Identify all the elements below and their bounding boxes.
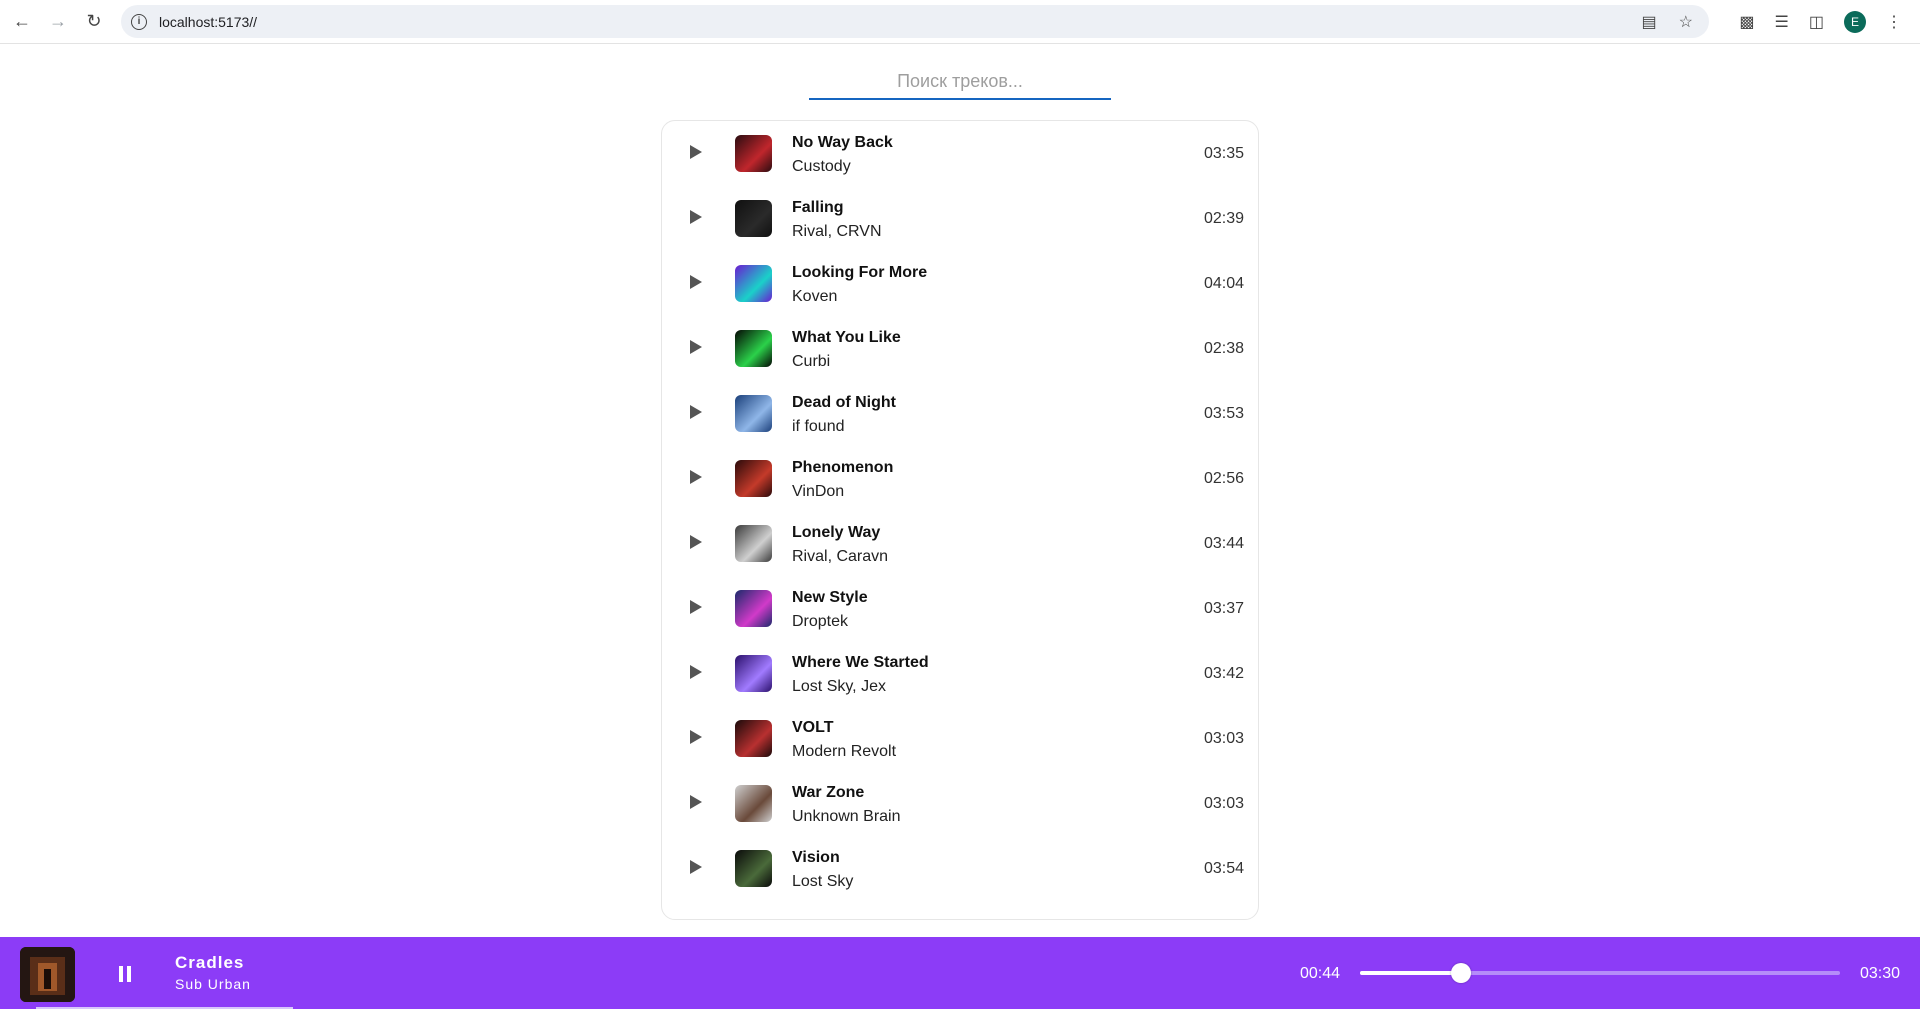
track-artist: Rival, Caravn	[792, 548, 889, 565]
track-cover	[735, 330, 772, 367]
track-cover	[735, 135, 772, 172]
media-controls-icon[interactable]: ☰	[1775, 12, 1789, 32]
reload-icon[interactable]: ↻	[76, 4, 112, 40]
play-icon[interactable]	[690, 535, 702, 549]
track-duration: 03:44	[1203, 535, 1244, 552]
track-artist: Modern Revolt	[792, 743, 897, 760]
now-playing-artist: Sub Urban	[175, 976, 251, 992]
track-artist: if found	[792, 418, 845, 435]
play-icon[interactable]	[690, 730, 702, 744]
track-duration: 03:03	[1203, 795, 1244, 812]
track-artist: Custody	[792, 158, 851, 175]
seek-slider[interactable]	[1360, 963, 1840, 983]
extensions-icon[interactable]: ▩	[1739, 12, 1754, 32]
track-artist: Rival, CRVN	[792, 223, 882, 240]
track-title: Looking For More	[792, 264, 928, 281]
track-duration: 03:37	[1203, 600, 1244, 617]
track-duration: 02:39	[1203, 210, 1244, 227]
track-title: Dead of Night	[792, 394, 896, 411]
play-icon[interactable]	[690, 275, 702, 289]
seek-slider-thumb[interactable]	[1450, 963, 1471, 983]
track-row[interactable]: Dead of Night if found 03:53	[662, 381, 1258, 446]
play-icon[interactable]	[690, 145, 702, 159]
track-row[interactable]: No Way Back Custody 03:35	[662, 121, 1258, 186]
track-cover	[735, 200, 772, 237]
now-playing-cover	[20, 947, 75, 1002]
back-arrow-icon[interactable]: ←	[4, 4, 40, 40]
total-time: 03:30	[1859, 965, 1900, 982]
track-cover	[735, 785, 772, 822]
address-bar[interactable]: i localhost:5173// ▤ ☆	[121, 5, 1709, 38]
track-title: Falling	[792, 199, 844, 216]
track-cover	[735, 590, 772, 627]
track-title: Phenomenon	[792, 459, 894, 476]
track-artist: Unknown Brain	[792, 808, 901, 825]
track-duration: 02:38	[1203, 340, 1244, 357]
bookmark-star-icon[interactable]: ☆	[1679, 12, 1693, 32]
play-icon[interactable]	[690, 665, 702, 679]
current-time: 00:44	[1300, 965, 1341, 982]
track-title: Vision	[792, 849, 840, 866]
track-duration: 03:42	[1203, 665, 1244, 682]
track-list: No Way Back Custody 03:35 Falling Rival, CRV…	[661, 120, 1259, 920]
play-icon[interactable]	[690, 795, 702, 809]
pause-button[interactable]	[118, 966, 132, 982]
track-duration: 03:53	[1203, 405, 1244, 422]
player-bar: Cradles Sub Urban 00:44 03:30	[0, 937, 1920, 1009]
profile-avatar[interactable]: E	[1844, 11, 1866, 33]
track-cover	[735, 460, 772, 497]
track-cover	[735, 720, 772, 757]
track-row[interactable]: Lonely Way Rival, Caravn 03:44	[662, 511, 1258, 576]
track-row[interactable]: Where We Started Lost Sky, Jex 03:42	[662, 641, 1258, 706]
track-artist: Curbi	[792, 353, 831, 370]
track-title: Lonely Way	[792, 524, 881, 541]
track-duration: 03:03	[1203, 730, 1244, 747]
track-row[interactable]: New Style Droptek 03:37	[662, 576, 1258, 641]
track-cover	[735, 850, 772, 887]
track-artist: Lost Sky	[792, 873, 854, 890]
play-icon[interactable]	[690, 470, 702, 484]
track-row[interactable]: Looking For More Koven 04:04	[662, 251, 1258, 316]
play-icon[interactable]	[690, 600, 702, 614]
side-panel-icon[interactable]: ◫	[1809, 12, 1824, 32]
play-icon[interactable]	[690, 860, 702, 874]
site-info-icon[interactable]: i	[131, 13, 147, 30]
track-artist: Droptek	[792, 613, 849, 630]
play-icon[interactable]	[690, 210, 702, 224]
track-duration: 04:04	[1203, 275, 1244, 292]
track-row[interactable]: What You Like Curbi 02:38	[662, 316, 1258, 381]
play-icon[interactable]	[690, 405, 702, 419]
track-row[interactable]: Falling Rival, CRVN 02:39	[662, 186, 1258, 251]
browser-toolbar: ← → ↻ i localhost:5173// ▤ ☆ ▩ ☰ ◫ E ⋮	[0, 0, 1920, 44]
forward-arrow-icon[interactable]: →	[40, 4, 76, 40]
track-title: Where We Started	[792, 654, 929, 671]
track-artist: Lost Sky, Jex	[792, 678, 886, 695]
track-cover	[735, 395, 772, 432]
search-input[interactable]	[809, 64, 1111, 98]
track-artist: VinDon	[792, 483, 845, 500]
track-artist: Koven	[792, 288, 838, 305]
track-row[interactable]: Phenomenon VinDon 02:56	[662, 446, 1258, 511]
seek-slider-fill	[1360, 971, 1461, 975]
track-title: War Zone	[792, 784, 865, 801]
track-duration: 03:35	[1203, 145, 1244, 162]
translate-icon[interactable]: ▤	[1642, 12, 1657, 32]
address-url[interactable]: localhost:5173//	[159, 14, 257, 30]
track-row[interactable]: Vision Lost Sky 03:54	[662, 836, 1258, 901]
track-title: What You Like	[792, 329, 901, 346]
track-duration: 02:56	[1203, 470, 1244, 487]
track-cover	[735, 265, 772, 302]
track-title: No Way Back	[792, 134, 893, 151]
now-playing-title: Cradles	[175, 953, 245, 972]
play-icon[interactable]	[690, 340, 702, 354]
search-field	[809, 64, 1111, 100]
track-cover	[735, 525, 772, 562]
track-title: VOLT	[792, 719, 834, 736]
track-duration: 03:54	[1203, 860, 1244, 877]
menu-kebab-icon[interactable]: ⋮	[1886, 12, 1902, 32]
track-row[interactable]: VOLT Modern Revolt 03:03	[662, 706, 1258, 771]
track-row[interactable]: War Zone Unknown Brain 03:03	[662, 771, 1258, 836]
track-title: New Style	[792, 589, 868, 606]
track-cover	[735, 655, 772, 692]
